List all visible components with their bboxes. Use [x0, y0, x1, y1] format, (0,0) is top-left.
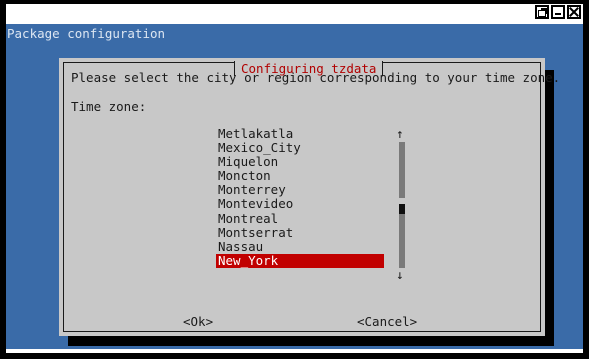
- minimize-icon[interactable]: [551, 5, 565, 19]
- list-item[interactable]: Montreal: [216, 211, 384, 226]
- package-configuration-header: Package configuration: [7, 26, 166, 41]
- scroll-up-arrow-icon[interactable]: ↑: [396, 127, 404, 141]
- time-zone-list[interactable]: Metlakatla Mexico_City Miquelon Moncton …: [216, 126, 384, 268]
- restore-icon[interactable]: [535, 5, 549, 19]
- list-item-selected[interactable]: New_York: [216, 253, 384, 268]
- ok-button[interactable]: <Ok>: [183, 314, 213, 329]
- time-zone-label: Time zone:: [71, 99, 147, 114]
- close-icon[interactable]: [567, 5, 581, 19]
- tzdata-dialog: Configuring tzdata Please select the cit…: [59, 58, 560, 336]
- terminal-window: Package configuration Configuring tzdata…: [0, 0, 589, 359]
- dialog-prompt: Please select the city or region corresp…: [71, 70, 561, 85]
- window-controls: [535, 5, 581, 19]
- list-item[interactable]: Mexico_City: [216, 141, 384, 155]
- list-item[interactable]: Nassau: [216, 239, 384, 254]
- list-item[interactable]: Moncton: [216, 169, 384, 183]
- list-item[interactable]: Metlakatla: [216, 126, 384, 141]
- terminal-bottom-edge: [6, 349, 583, 353]
- list-item[interactable]: Montserrat: [216, 225, 384, 240]
- list-item[interactable]: Miquelon: [216, 155, 384, 169]
- window-titlebar[interactable]: [6, 4, 583, 24]
- scroll-down-arrow-icon[interactable]: ↓: [396, 268, 404, 282]
- list-item[interactable]: Monterrey: [216, 183, 384, 197]
- cancel-button[interactable]: <Cancel>: [357, 314, 417, 329]
- terminal-area: Package configuration Configuring tzdata…: [6, 24, 583, 353]
- list-item[interactable]: Montevideo: [216, 197, 384, 211]
- scrollbar-thumb[interactable]: [399, 204, 405, 214]
- scrollbar[interactable]: [399, 142, 405, 268]
